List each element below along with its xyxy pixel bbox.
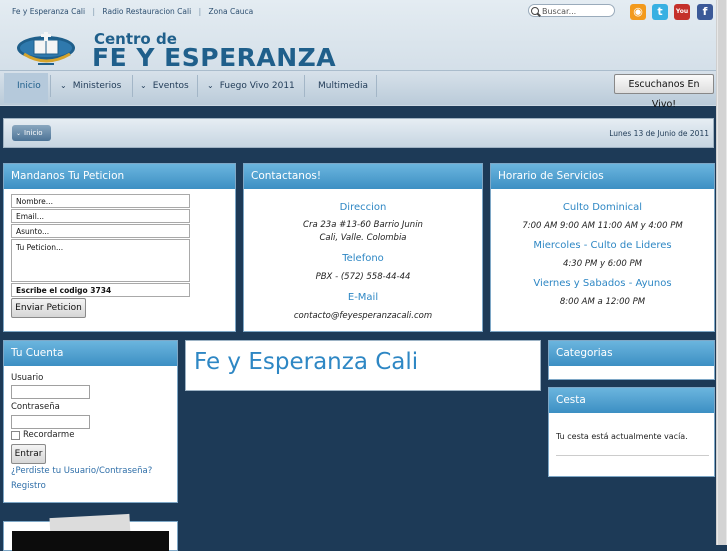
- categories-panel-title[interactable]: Categorias: [549, 341, 714, 366]
- subject-field[interactable]: Asunto...: [11, 224, 190, 238]
- top-link-zona-cauca[interactable]: Zona Cauca: [209, 7, 254, 16]
- login-button[interactable]: Entrar: [11, 444, 46, 464]
- forgot-password-link[interactable]: ¿Perdiste tu Usuario/Contraseña?: [11, 466, 152, 476]
- main-nav: Inicio ⌄ Ministerios ⌄ Eventos ⌄ Fuego Vivo…: [0, 70, 716, 105]
- email-field[interactable]: Email...: [11, 209, 190, 223]
- remember-checkbox[interactable]: [11, 431, 20, 440]
- categories-panel: Categorias: [548, 340, 715, 380]
- nav-item-inicio[interactable]: Inicio: [17, 81, 41, 91]
- brand-title: FE Y ESPERANZA: [92, 43, 337, 72]
- username-input[interactable]: [11, 385, 90, 399]
- top-link-radio[interactable]: Radio Restauracion Cali: [102, 7, 191, 16]
- wednesday-heading: Miercoles - Culto de Lideres: [533, 240, 672, 251]
- video-thumbnail[interactable]: [12, 531, 169, 551]
- breadcrumb-bar: ⌄ Inicio Lunes 13 de Junio de 2011: [3, 118, 714, 148]
- rss-icon[interactable]: ◉: [630, 4, 646, 20]
- email-heading: E-Mail: [347, 292, 379, 303]
- chevron-down-icon: ⌄: [140, 81, 147, 90]
- username-label: Usuario: [11, 373, 44, 383]
- twitter-icon[interactable]: t: [652, 4, 668, 20]
- account-panel-title: Tu Cuenta: [4, 341, 177, 366]
- church-logo-icon: [17, 32, 75, 65]
- chevron-down-icon: ⌄: [207, 81, 214, 90]
- captcha-field[interactable]: Escribe el codigo 3734: [11, 283, 190, 297]
- cart-panel-title: Cesta: [549, 388, 714, 413]
- search-placeholder: Buscar...: [542, 7, 577, 16]
- password-input[interactable]: [11, 415, 90, 429]
- phone-heading: Telefono: [342, 253, 384, 264]
- current-date: Lunes 13 de Junio de 2011: [609, 129, 709, 138]
- schedule-panel: Horario de Servicios Culto Dominical 7:0…: [490, 163, 715, 332]
- friday-heading: Viernes y Sabados - Ayunos: [533, 278, 672, 289]
- phone-value: PBX - (572) 558-44-44: [315, 272, 411, 282]
- friday-times: 8:00 AM a 12:00 PM: [559, 297, 646, 307]
- address-heading: Direccion: [339, 202, 387, 213]
- schedule-panel-title: Horario de Servicios: [491, 164, 714, 189]
- nav-item-ministerios[interactable]: ⌄ Ministerios: [60, 81, 121, 91]
- main-content: Fe y Esperanza Cali: [185, 340, 541, 391]
- search-icon: [531, 7, 539, 15]
- page-title: Fe y Esperanza Cali: [194, 349, 419, 375]
- sunday-heading: Culto Dominical: [562, 202, 643, 213]
- cart-empty-text: Tu cesta está actualmente vacía.: [556, 432, 688, 441]
- media-panel: [3, 513, 178, 551]
- top-link-feyesperanza[interactable]: Fe y Esperanza Cali: [12, 7, 85, 16]
- nav-item-fuego-vivo[interactable]: ⌄ Fuego Vivo 2011: [207, 81, 295, 91]
- search-input[interactable]: Buscar...: [528, 4, 615, 17]
- wednesday-times: 4:30 PM y 6:00 PM: [563, 259, 642, 269]
- facebook-icon[interactable]: f: [697, 4, 713, 20]
- request-panel-title: Mandanos Tu Peticion: [4, 164, 235, 189]
- nav-item-multimedia[interactable]: Multimedia: [318, 81, 368, 91]
- register-link[interactable]: Registro: [11, 481, 46, 491]
- chevron-down-icon: ⌄: [16, 130, 22, 137]
- petition-textarea[interactable]: Tu Peticion...: [11, 239, 190, 282]
- page-scrollbar[interactable]: [716, 0, 727, 545]
- address-city: Cali, Valle. Colombia: [319, 233, 407, 243]
- cart-panel: Cesta Tu cesta está actualmente vacía.: [548, 387, 715, 477]
- sunday-times: 7:00 AM 9:00 AM 11:00 AM y 4:00 PM: [522, 221, 683, 231]
- top-links: Fe y Esperanza Cali | Radio Restauracion…: [12, 7, 254, 16]
- breadcrumb[interactable]: ⌄ Inicio: [12, 125, 51, 141]
- remember-label: Recordarme: [23, 430, 75, 440]
- youtube-icon[interactable]: You: [674, 4, 690, 20]
- request-panel: Mandanos Tu Peticion Nombre... Email... …: [3, 163, 236, 332]
- address-line: Cra 23a #13-60 Barrio Junin: [303, 220, 423, 230]
- email-value: contacto@feyesperanzacali.com: [293, 311, 433, 321]
- contact-panel-title: Contactanos!: [244, 164, 482, 189]
- name-field[interactable]: Nombre...: [11, 194, 190, 208]
- listen-live-button[interactable]: Escuchanos En Vivo!: [614, 74, 714, 110]
- send-petition-button[interactable]: Enviar Peticion: [11, 298, 86, 318]
- cart-divider: [556, 455, 709, 456]
- account-panel: Tu Cuenta Usuario Contraseña Recordarme …: [3, 340, 178, 503]
- contact-panel: Contactanos! Direccion Cra 23a #13-60 Ba…: [243, 163, 483, 332]
- password-label: Contraseña: [11, 402, 60, 412]
- chevron-down-icon: ⌄: [60, 81, 67, 90]
- nav-item-eventos[interactable]: ⌄ Eventos: [140, 81, 189, 91]
